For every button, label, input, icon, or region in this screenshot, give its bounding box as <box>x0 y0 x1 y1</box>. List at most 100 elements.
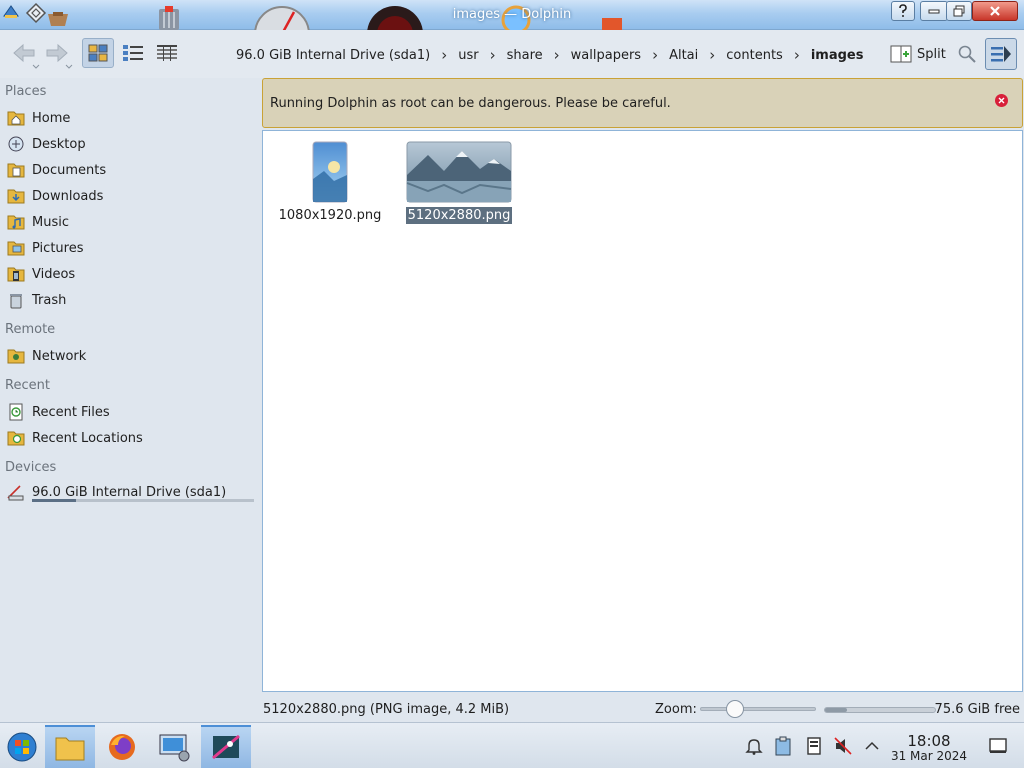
storage-device-icon[interactable] <box>803 736 825 756</box>
zoom-slider-handle[interactable] <box>725 700 744 718</box>
clock-time[interactable]: 18:08 <box>886 732 972 750</box>
taskbar-item-file-manager[interactable] <box>45 725 95 768</box>
root-warning-banner: Running Dolphin as root can be dangerous… <box>262 78 1023 128</box>
breadcrumb-separator: › <box>793 46 800 64</box>
breadcrumb-item-drive[interactable]: 96.0 GiB Internal Drive (sda1) <box>236 48 430 63</box>
compact-view-icon <box>123 45 143 61</box>
close-button[interactable] <box>972 1 1018 21</box>
image-app-icon <box>212 734 240 759</box>
drive-icon <box>7 485 24 501</box>
maximize-button[interactable] <box>946 1 972 21</box>
documents-folder-icon <box>7 163 25 178</box>
taskbar-item-image-viewer[interactable] <box>201 725 251 768</box>
window-title: images — Dolphin <box>452 7 572 22</box>
videos-folder-icon <box>7 267 25 282</box>
taskbar-item-firefox[interactable] <box>97 725 147 768</box>
warning-message: Running Dolphin as root can be dangerous… <box>270 96 671 111</box>
breadcrumb-separator: › <box>709 46 716 64</box>
clock-date[interactable]: 31 Mar 2024 <box>886 749 972 763</box>
network-folder-icon <box>7 349 25 364</box>
sidebar-item-label: Downloads <box>32 188 104 204</box>
minimize-button[interactable] <box>920 1 948 21</box>
breadcrumb-item-altai[interactable]: Altai <box>669 48 698 63</box>
sidebar-item-documents[interactable]: Documents <box>6 158 256 182</box>
sidebar-item-recent-locations[interactable]: Recent Locations <box>6 426 256 450</box>
help-button[interactable] <box>891 1 915 21</box>
compact-view-button[interactable] <box>117 38 149 68</box>
menu-icon <box>991 46 1011 62</box>
sidebar-item-label: Recent Locations <box>32 430 143 446</box>
sidebar-item-music[interactable]: Music <box>6 210 256 234</box>
arrow-left-icon <box>13 43 35 63</box>
status-text: 5120x2880.png (PNG image, 4.2 MiB) <box>263 702 510 717</box>
show-hidden-tray-button[interactable] <box>861 736 883 756</box>
trash-icon <box>10 294 22 309</box>
title-bar[interactable]: images — Dolphin <box>0 0 1024 30</box>
close-icon <box>998 97 1005 104</box>
music-folder-icon <box>7 215 25 230</box>
device-icon <box>807 737 821 755</box>
sidebar-item-pictures[interactable]: Pictures <box>6 236 256 260</box>
file-item[interactable]: 1080x1920.png <box>270 141 390 224</box>
chevron-down-icon[interactable] <box>32 64 40 70</box>
places-panel: Places Home Desktop Documents Downloads … <box>0 78 262 718</box>
breadcrumb-item-share[interactable]: share <box>507 48 543 63</box>
restore-icon <box>953 5 965 17</box>
dismiss-warning-button[interactable] <box>995 94 1008 107</box>
sidebar-item-trash[interactable]: Trash <box>6 288 256 312</box>
firefox-icon <box>109 733 135 760</box>
clipboard-icon[interactable] <box>772 736 794 756</box>
icons-view-icon <box>88 44 108 62</box>
start-menu-button[interactable] <box>0 725 44 768</box>
breadcrumb-item-images[interactable]: images <box>811 48 864 63</box>
folder-icon <box>55 737 85 760</box>
arrow-right-icon <box>46 43 68 63</box>
zoom-label: Zoom: <box>655 702 697 717</box>
start-orb-icon <box>7 732 37 761</box>
sidebar-item-label: Music <box>32 214 69 230</box>
drive-usage-bar <box>32 499 254 502</box>
sidebar-item-label: Recent Files <box>32 404 110 420</box>
question-icon <box>899 4 907 17</box>
sidebar-item-desktop[interactable]: Desktop <box>6 132 256 156</box>
breadcrumb: 96.0 GiB Internal Drive (sda1) › usr › s… <box>236 46 863 64</box>
sidebar-item-label: Documents <box>32 162 107 178</box>
volume-muted-icon[interactable] <box>832 736 854 756</box>
icons-view-button[interactable] <box>82 38 114 68</box>
breadcrumb-item-usr[interactable]: usr <box>458 48 478 63</box>
breadcrumb-separator: › <box>553 46 560 64</box>
details-view-icon <box>157 45 177 61</box>
hamburger-menu-button[interactable] <box>985 38 1017 70</box>
places-header: Places <box>5 84 47 99</box>
search-button[interactable] <box>954 41 980 67</box>
file-item[interactable]: 5120x2880.png <box>399 141 519 224</box>
free-space-text: 75.6 GiB free <box>934 702 1020 717</box>
sidebar-item-label: Network <box>32 348 87 364</box>
show-desktop-button[interactable] <box>987 736 1009 756</box>
sidebar-item-videos[interactable]: Videos <box>6 262 256 286</box>
file-name: 5120x2880.png <box>405 207 513 224</box>
chevron-down-icon[interactable] <box>65 64 73 70</box>
sidebar-item-label: Pictures <box>32 240 84 256</box>
home-folder-icon <box>7 111 25 126</box>
toolbar: 96.0 GiB Internal Drive (sda1) › usr › s… <box>0 30 1024 78</box>
details-view-button[interactable] <box>151 38 183 68</box>
sidebar-item-home[interactable]: Home <box>6 106 256 130</box>
file-name: 1080x1920.png <box>278 208 382 223</box>
breadcrumb-item-contents[interactable]: contents <box>726 48 783 63</box>
sidebar-item-downloads[interactable]: Downloads <box>6 184 256 208</box>
breadcrumb-item-wallpapers[interactable]: wallpapers <box>571 48 641 63</box>
monitor-settings-icon <box>159 734 190 761</box>
chevron-up-icon <box>865 741 879 750</box>
sidebar-item-label: Home <box>32 110 71 126</box>
sidebar-item-network[interactable]: Network <box>6 344 256 368</box>
sidebar-item-label: Videos <box>32 266 76 282</box>
zoom-slider-track[interactable] <box>700 707 816 711</box>
devices-header: Devices <box>5 460 57 475</box>
sidebar-item-label: Desktop <box>32 136 86 152</box>
file-view[interactable]: 1080x1920.png 5120x2880.png <box>262 130 1023 692</box>
sidebar-item-recent-files[interactable]: Recent Files <box>6 400 256 424</box>
split-button[interactable]: Split <box>886 40 950 68</box>
notifications-icon[interactable] <box>743 736 765 756</box>
taskbar-item-system-settings[interactable] <box>149 725 199 768</box>
